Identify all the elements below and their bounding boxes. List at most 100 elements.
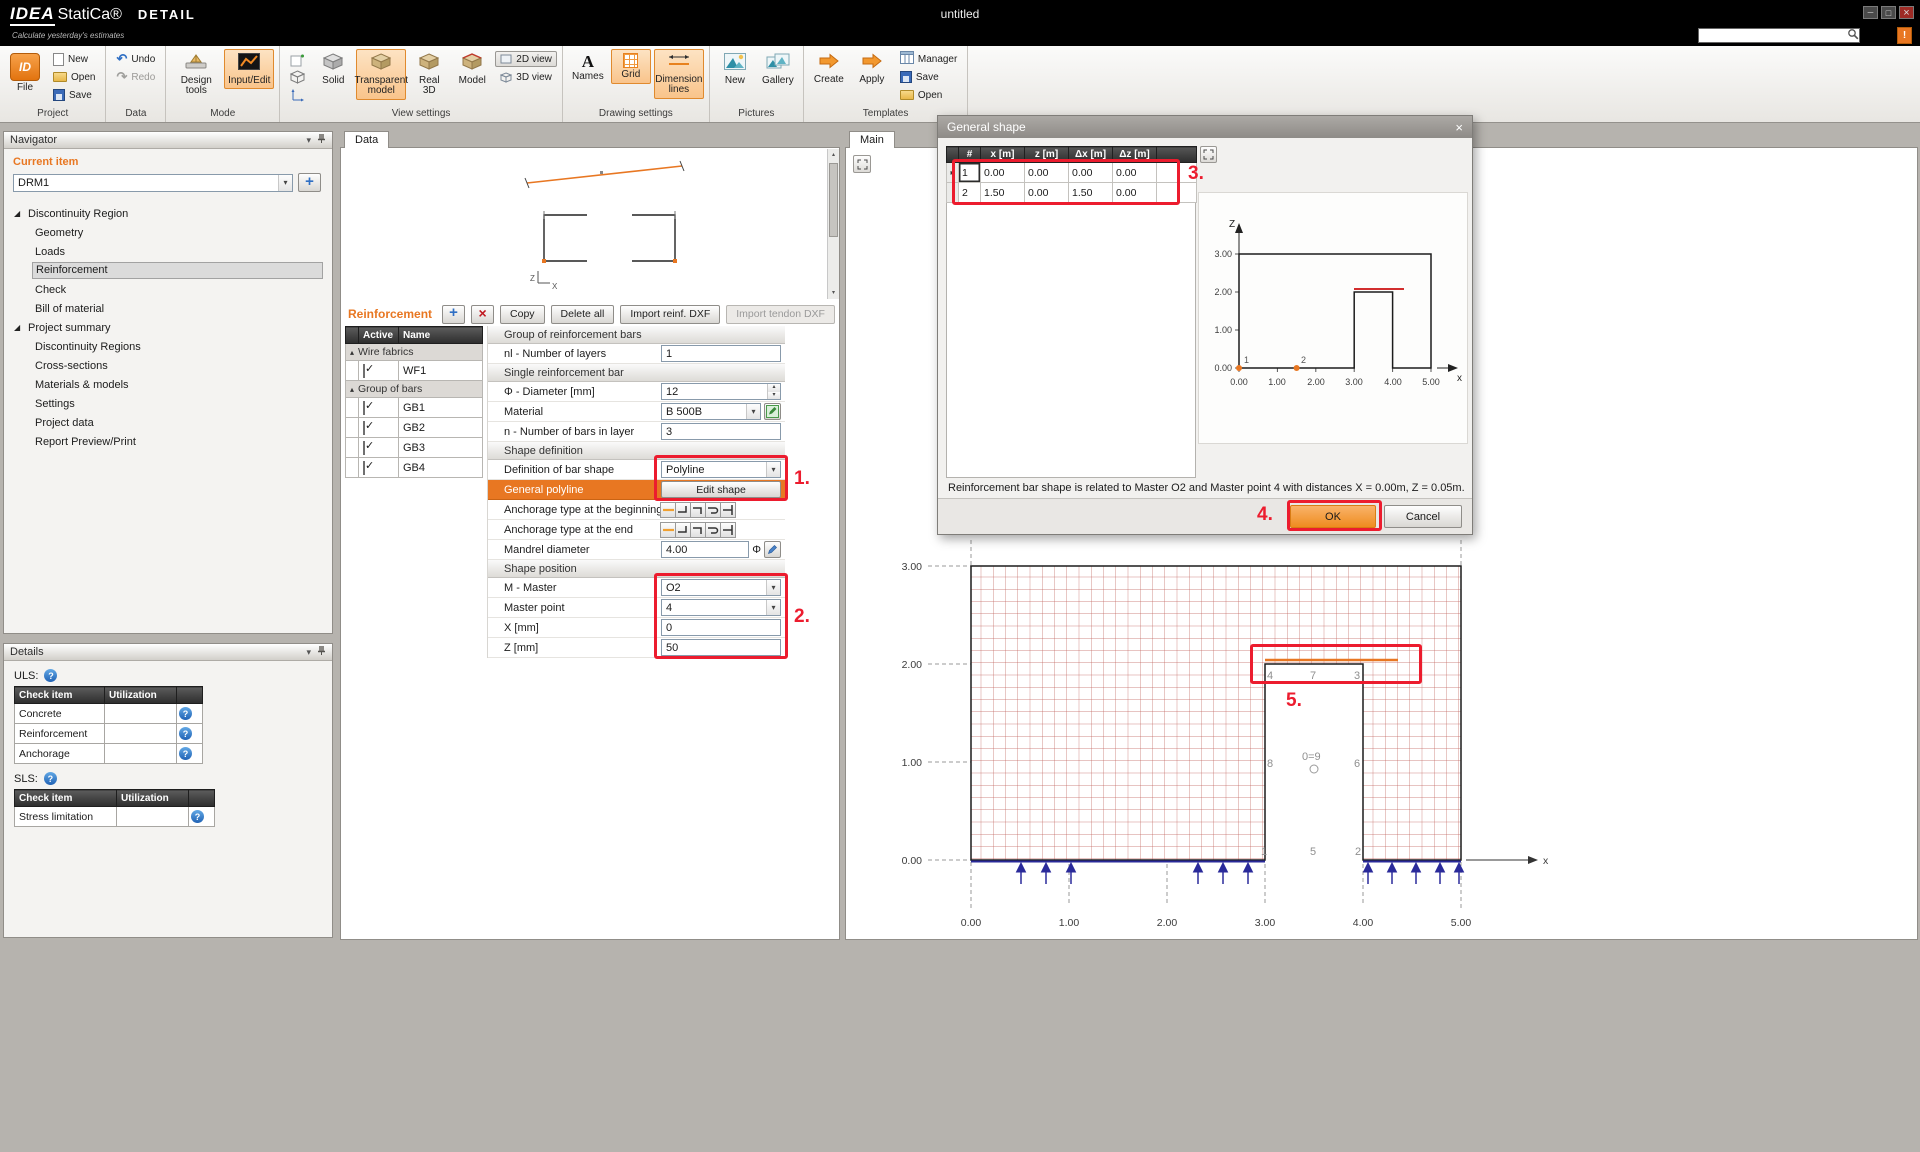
close-icon[interactable]: × <box>1455 120 1463 135</box>
preview-scrollbar[interactable] <box>827 149 839 299</box>
collapse-group-icon[interactable] <box>350 385 354 394</box>
new-project-button[interactable]: New <box>48 51 100 67</box>
table-row-gb3[interactable]: GB3 <box>346 438 483 458</box>
solid-button[interactable]: Solid <box>313 49 353 89</box>
checkbox[interactable] <box>363 364 365 378</box>
tree-item-check[interactable]: Check <box>4 280 332 299</box>
table-row-wf1[interactable]: WF1 <box>346 361 483 381</box>
redo-button[interactable]: Redo <box>111 69 160 85</box>
cube-outline-icon[interactable] <box>285 69 310 85</box>
add-reinforcement-button[interactable] <box>442 305 465 324</box>
reinforcement-preview[interactable]: Z X <box>342 149 829 299</box>
help-icon[interactable] <box>179 747 192 760</box>
wall-outline[interactable] <box>971 566 1461 860</box>
undo-button[interactable]: Undo <box>111 51 160 67</box>
names-button[interactable]: Names <box>568 49 608 86</box>
template-manager-button[interactable]: Manager <box>895 51 962 67</box>
help-icon[interactable] <box>179 727 192 740</box>
tree-item-project-data[interactable]: Project data <box>4 413 332 432</box>
real-3d-button[interactable]: Real 3D <box>409 49 449 100</box>
chevron-down-icon[interactable] <box>278 175 292 191</box>
3d-view-button[interactable]: 3D view <box>495 69 557 85</box>
anchorage-straight-icon[interactable] <box>660 502 676 518</box>
edit-material-icon[interactable] <box>764 403 781 420</box>
group-row-wire-fabrics[interactable]: Wire fabrics <box>346 344 483 361</box>
scroll-down-icon[interactable] <box>828 287 839 299</box>
cancel-button[interactable]: Cancel <box>1384 505 1462 528</box>
mandrel-diameter-input[interactable]: 4.00 <box>661 541 749 558</box>
add-view-icon[interactable] <box>285 51 310 67</box>
anchorage-hook-up-icon[interactable] <box>675 502 691 518</box>
import-tendon-dxf-button[interactable]: Import tendon DXF <box>726 305 835 324</box>
anchorage-plate-icon[interactable] <box>720 522 736 538</box>
tree-item-project-summary[interactable]: Project summary <box>4 318 332 337</box>
tree-item-cross-sections[interactable]: Cross-sections <box>4 356 332 375</box>
import-reinf-dxf-button[interactable]: Import reinf. DXF <box>620 305 720 324</box>
anchorage-loop-icon[interactable] <box>705 522 721 538</box>
help-icon[interactable] <box>44 669 57 682</box>
help-icon[interactable] <box>179 707 192 720</box>
tree-item-discontinuity-region[interactable]: Discontinuity Region <box>4 204 332 223</box>
fullscreen-icon[interactable] <box>1200 146 1217 163</box>
dimension-lines-button[interactable]: Dimension lines <box>654 49 704 99</box>
table-row-gb1[interactable]: GB1 <box>346 398 483 418</box>
maximize-icon[interactable] <box>1881 6 1896 19</box>
anchorage-plate-icon[interactable] <box>720 502 736 518</box>
tree-item-reinforcement[interactable]: Reinforcement <box>4 261 332 280</box>
new-picture-button[interactable]: New <box>715 49 755 89</box>
axes-icon[interactable] <box>285 87 310 103</box>
table-row-gb2[interactable]: GB2 <box>346 418 483 438</box>
apply-template-button[interactable]: Apply <box>852 49 892 88</box>
dialog-titlebar[interactable]: General shape × <box>938 116 1472 138</box>
search-icon[interactable] <box>1847 28 1859 43</box>
checkbox[interactable] <box>363 421 365 435</box>
collapse-icon[interactable] <box>306 134 311 146</box>
number-of-layers-input[interactable]: 1 <box>661 345 781 362</box>
transparent-model-button[interactable]: Transparent model <box>356 49 406 100</box>
pencil-icon[interactable] <box>764 541 781 558</box>
save-project-button[interactable]: Save <box>48 87 100 103</box>
tree-item-materials-models[interactable]: Materials & models <box>4 375 332 394</box>
anchorage-loop-icon[interactable] <box>705 502 721 518</box>
anchorage-straight-icon[interactable] <box>660 522 676 538</box>
material-combobox[interactable]: B 500B <box>661 403 761 420</box>
scrollbar-thumb[interactable] <box>829 163 838 237</box>
grid-button[interactable]: Grid <box>611 49 651 84</box>
table-row-gb4[interactable]: GB4 <box>346 458 483 478</box>
bars-in-layer-input[interactable]: 3 <box>661 423 781 440</box>
delete-reinforcement-button[interactable] <box>471 305 494 324</box>
pin-icon[interactable] <box>317 645 326 659</box>
checkbox[interactable] <box>363 461 365 475</box>
tab-main[interactable]: Main <box>849 131 895 148</box>
gallery-button[interactable]: Gallery <box>758 49 798 89</box>
collapse-icon[interactable] <box>306 646 311 658</box>
template-open-button[interactable]: Open <box>895 87 962 103</box>
spinner-buttons[interactable] <box>767 384 780 399</box>
tree-item-settings[interactable]: Settings <box>4 394 332 413</box>
anchorage-hook-down-icon[interactable] <box>690 502 706 518</box>
file-button[interactable]: File <box>5 49 45 97</box>
close-icon[interactable] <box>1899 6 1914 19</box>
collapse-group-icon[interactable] <box>350 348 354 357</box>
checkbox[interactable] <box>363 441 365 455</box>
license-warning-icon[interactable] <box>1897 27 1912 44</box>
tab-data[interactable]: Data <box>344 131 389 148</box>
add-region-button[interactable] <box>298 173 321 192</box>
search-input[interactable] <box>1699 30 1847 42</box>
input-edit-button[interactable]: Input/Edit <box>224 49 274 89</box>
template-save-button[interactable]: Save <box>895 69 962 85</box>
tree-item-discontinuity-regions[interactable]: Discontinuity Regions <box>4 337 332 356</box>
tree-item-geometry[interactable]: Geometry <box>4 223 332 242</box>
create-template-button[interactable]: Create <box>809 49 849 88</box>
copy-button[interactable]: Copy <box>500 305 545 324</box>
checkbox[interactable] <box>363 401 365 415</box>
group-row-group-of-bars[interactable]: Group of bars <box>346 381 483 398</box>
chevron-down-icon[interactable] <box>746 404 760 419</box>
search-box[interactable] <box>1698 28 1860 43</box>
design-tools-button[interactable]: Design tools <box>171 49 221 100</box>
tree-item-bill-of-material[interactable]: Bill of material <box>4 299 332 318</box>
fullscreen-icon[interactable] <box>853 155 871 173</box>
tree-item-loads[interactable]: Loads <box>4 242 332 261</box>
open-project-button[interactable]: Open <box>48 69 100 85</box>
2d-view-button[interactable]: 2D view <box>495 51 557 67</box>
